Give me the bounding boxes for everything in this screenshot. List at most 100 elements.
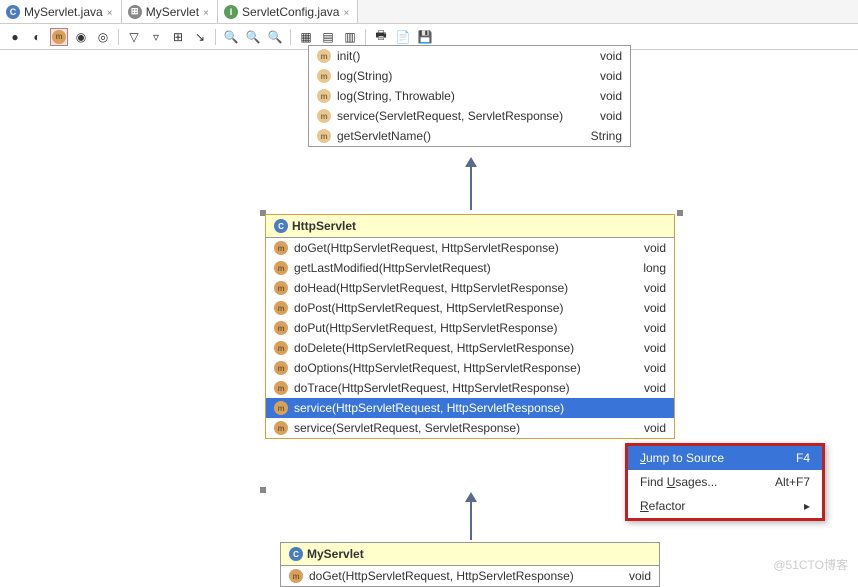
toolbar-sort-icon[interactable]: ▿ <box>147 28 165 46</box>
separator <box>118 29 119 45</box>
method-row[interactable]: service(HttpServletRequest, HttpServletR… <box>266 398 674 418</box>
method-name: doTrace(HttpServletRequest, HttpServletR… <box>294 381 620 395</box>
method-icon <box>274 361 288 375</box>
method-return: void <box>626 341 666 355</box>
tab-servletconfig-java[interactable]: I ServletConfig.java × <box>218 0 358 23</box>
method-name: doDelete(HttpServletRequest, HttpServlet… <box>294 341 620 355</box>
close-icon[interactable]: × <box>203 8 211 16</box>
resize-handle[interactable] <box>260 487 266 493</box>
toolbar-save-icon[interactable]: 💾 <box>416 28 434 46</box>
method-return: void <box>626 301 666 315</box>
method-name: log(String) <box>337 69 576 83</box>
method-row[interactable]: doGet(HttpServletRequest, HttpServletRes… <box>281 566 659 586</box>
watermark: @51CTO博客 <box>773 556 848 573</box>
toolbar-snap-icon[interactable]: ▥ <box>341 28 359 46</box>
method-name: doPost(HttpServletRequest, HttpServletRe… <box>294 301 620 315</box>
inheritance-arrow-icon <box>465 492 477 502</box>
method-row[interactable]: doPost(HttpServletRequest, HttpServletRe… <box>266 298 674 318</box>
toolbar-layout-icon[interactable]: ▦ <box>297 28 315 46</box>
diagram-canvas[interactable]: init()voidlog(String)voidlog(String, Thr… <box>0 50 858 583</box>
method-row[interactable]: init() void <box>309 46 630 66</box>
method-name: log(String, Throwable) <box>337 89 576 103</box>
class-icon <box>289 547 303 561</box>
toolbar-constructors-icon[interactable]: ◐ <box>28 28 46 46</box>
class-box-myservlet[interactable]: MyServlet doGet(HttpServletRequest, Http… <box>280 542 660 587</box>
method-return: void <box>626 281 666 295</box>
method-row[interactable]: doHead(HttpServletRequest, HttpServletRe… <box>266 278 674 298</box>
class-header: MyServlet <box>281 543 659 566</box>
tab-label: MyServlet.java <box>24 5 103 19</box>
method-icon <box>289 569 303 583</box>
method-return: void <box>582 89 622 103</box>
method-icon <box>274 401 288 415</box>
method-row[interactable]: doTrace(HttpServletRequest, HttpServletR… <box>266 378 674 398</box>
method-icon <box>274 301 288 315</box>
context-menu-item[interactable]: Find Usages...Alt+F7 <box>628 470 822 494</box>
method-return: void <box>611 569 651 583</box>
tab-myservlet-diagram[interactable]: ⊞ MyServlet × <box>122 0 218 23</box>
menu-shortcut: F4 <box>796 451 810 465</box>
toolbar-methods-icon[interactable] <box>50 28 68 46</box>
context-menu-item[interactable]: Refactor▸ <box>628 494 822 518</box>
context-menu: Jump to SourceF4Find Usages...Alt+F7Refa… <box>625 443 825 521</box>
toolbar-zoomin-icon[interactable]: 🔍 <box>222 28 240 46</box>
method-name: init() <box>337 49 576 63</box>
method-name: getLastModified(HttpServletRequest) <box>294 261 620 275</box>
method-name: service(ServletRequest, ServletResponse) <box>337 109 576 123</box>
tab-myservlet-java[interactable]: C MyServlet.java × <box>0 0 122 23</box>
method-name: service(ServletRequest, ServletResponse) <box>294 421 620 435</box>
method-return: String <box>582 129 622 143</box>
class-box-genericservlet[interactable]: init()voidlog(String)voidlog(String, Thr… <box>308 45 631 147</box>
method-row[interactable]: doDelete(HttpServletRequest, HttpServlet… <box>266 338 674 358</box>
method-row[interactable]: getServletName() String <box>309 126 630 146</box>
toolbar-fields-icon[interactable]: ● <box>6 28 24 46</box>
separator <box>215 29 216 45</box>
toolbar-grid-icon[interactable]: ▤ <box>319 28 337 46</box>
method-icon <box>274 381 288 395</box>
class-box-httpservlet[interactable]: HttpServlet doGet(HttpServletRequest, Ht… <box>265 214 675 439</box>
method-row[interactable]: doOptions(HttpServletRequest, HttpServle… <box>266 358 674 378</box>
method-icon <box>274 261 288 275</box>
method-row[interactable]: service(ServletRequest, ServletResponse)… <box>266 418 674 438</box>
menu-shortcut: ▸ <box>804 499 810 513</box>
close-icon[interactable]: × <box>343 8 351 16</box>
method-row[interactable]: doPut(HttpServletRequest, HttpServletRes… <box>266 318 674 338</box>
method-return: void <box>626 421 666 435</box>
method-return: void <box>626 361 666 375</box>
tab-label: ServletConfig.java <box>242 5 339 19</box>
method-return: void <box>582 49 622 63</box>
toolbar-collapse-icon[interactable]: ↘ <box>191 28 209 46</box>
method-name: getServletName() <box>337 129 576 143</box>
method-row[interactable]: log(String, Throwable) void <box>309 86 630 106</box>
method-icon <box>317 89 331 103</box>
toolbar-expand-icon[interactable]: ⊞ <box>169 28 187 46</box>
method-icon <box>274 341 288 355</box>
toolbar-filter-icon[interactable]: ▽ <box>125 28 143 46</box>
method-row[interactable]: doGet(HttpServletRequest, HttpServletRes… <box>266 238 674 258</box>
diagram-icon: ⊞ <box>128 5 142 19</box>
interface-icon: I <box>224 5 238 19</box>
method-return: void <box>626 381 666 395</box>
method-row[interactable]: getLastModified(HttpServletRequest) long <box>266 258 674 278</box>
toolbar-print-icon[interactable]: 🖶 <box>372 28 390 46</box>
toolbar-properties-icon[interactable]: ◉ <box>72 28 90 46</box>
toolbar-export-icon[interactable]: 📄 <box>394 28 412 46</box>
toolbar-zoom100-icon[interactable]: 🔍 <box>266 28 284 46</box>
toolbar-zoomout-icon[interactable]: 🔍 <box>244 28 262 46</box>
resize-handle[interactable] <box>677 210 683 216</box>
close-icon[interactable]: × <box>107 8 115 16</box>
method-name: service(HttpServletRequest, HttpServletR… <box>294 401 620 415</box>
method-icon <box>317 69 331 83</box>
method-return: long <box>626 261 666 275</box>
method-row[interactable]: log(String)void <box>309 66 630 86</box>
tab-label: MyServlet <box>146 5 199 19</box>
method-name: doHead(HttpServletRequest, HttpServletRe… <box>294 281 620 295</box>
method-icon <box>317 49 331 63</box>
context-menu-item[interactable]: Jump to SourceF4 <box>628 446 822 470</box>
class-icon <box>274 219 288 233</box>
method-return: void <box>626 321 666 335</box>
method-row[interactable]: service(ServletRequest, ServletResponse)… <box>309 106 630 126</box>
toolbar-inner-icon[interactable]: ◎ <box>94 28 112 46</box>
class-title: MyServlet <box>307 547 364 561</box>
method-icon <box>317 109 331 123</box>
